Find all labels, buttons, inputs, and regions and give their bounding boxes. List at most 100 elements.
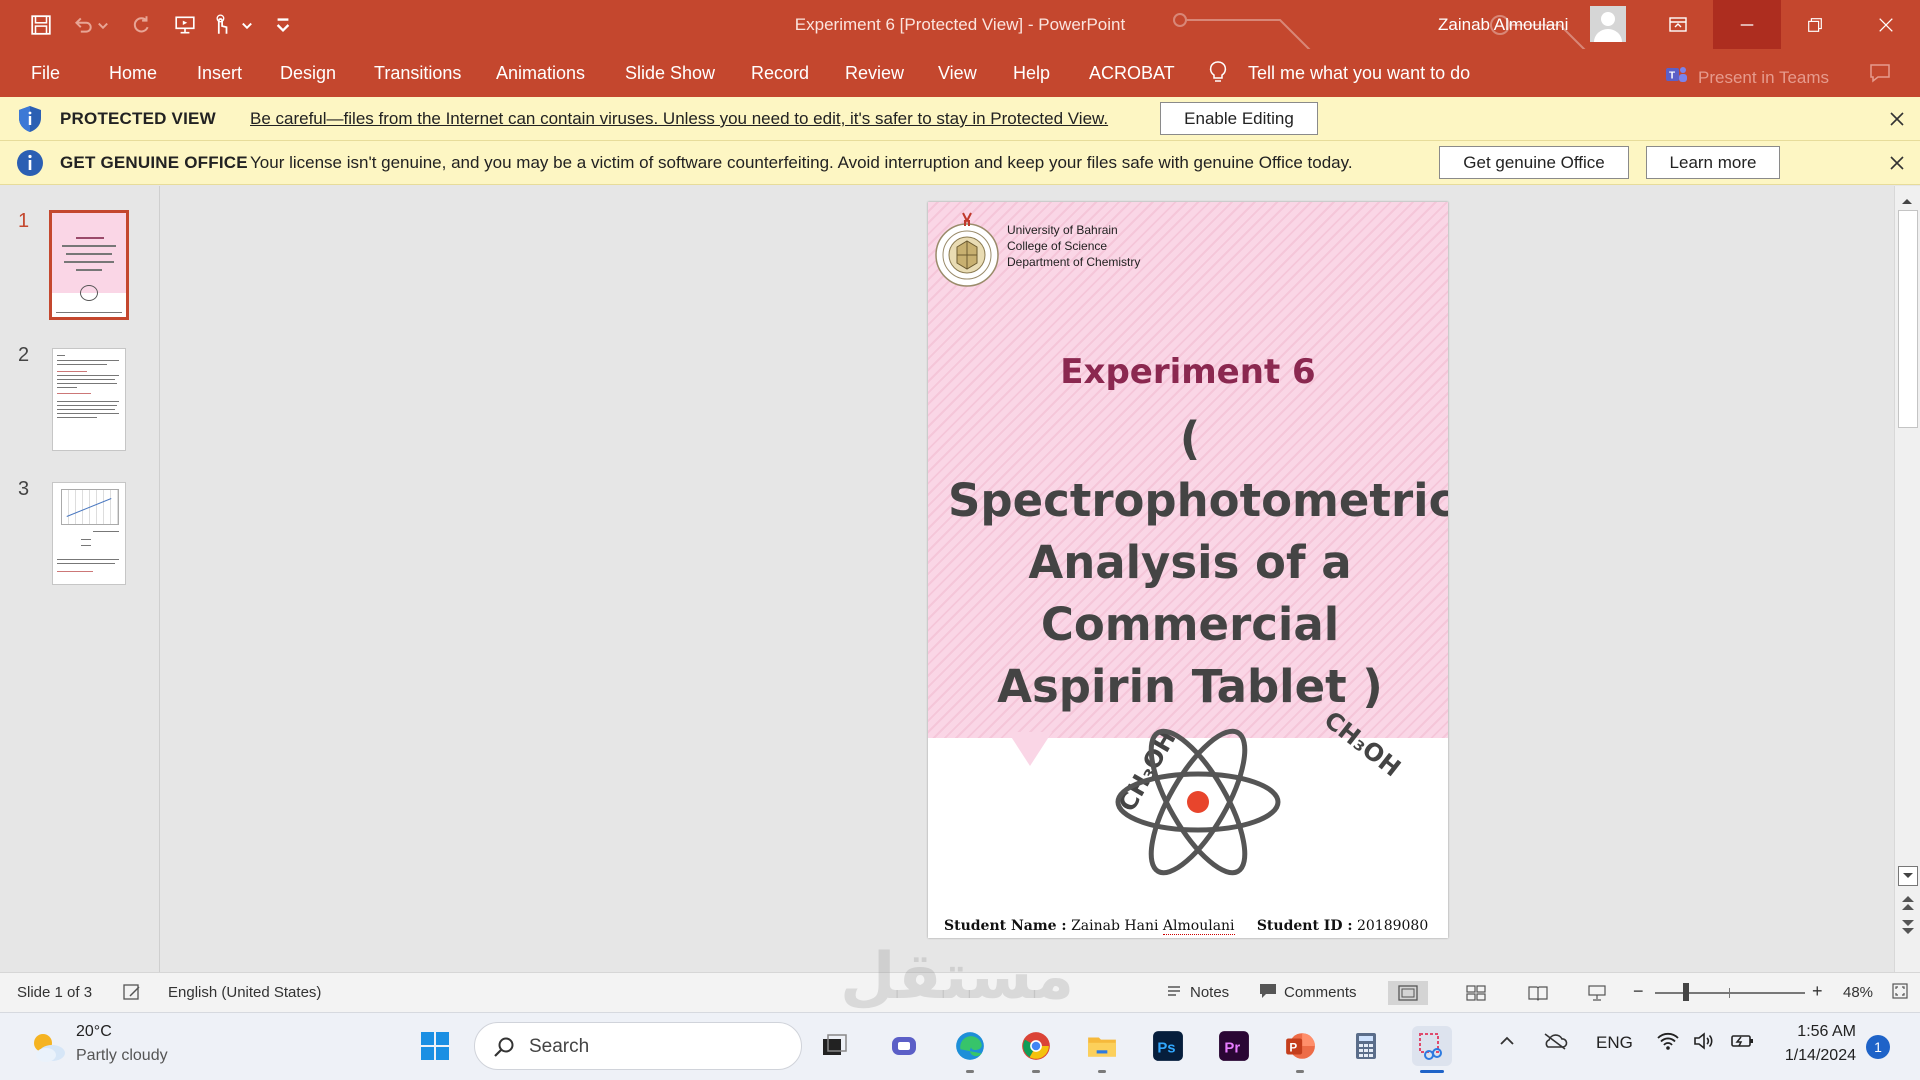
enable-editing-button[interactable]: Enable Editing <box>1160 102 1318 135</box>
search-icon <box>493 1036 515 1063</box>
task-view-icon[interactable] <box>814 1026 854 1066</box>
active-indicator <box>1420 1070 1444 1073</box>
tab-design[interactable]: Design <box>280 63 336 84</box>
slide-canvas[interactable]: University of Bahrain College of Science… <box>928 202 1448 938</box>
calculator-icon[interactable] <box>1346 1026 1386 1066</box>
tell-me-search[interactable]: Tell me what you want to do <box>1248 63 1470 84</box>
notes-icon[interactable] <box>1166 983 1182 1003</box>
file-explorer-icon[interactable] <box>1082 1026 1122 1073</box>
close-icon[interactable] <box>1886 108 1908 130</box>
chrome-icon[interactable] <box>1016 1026 1056 1073</box>
tab-record[interactable]: Record <box>751 63 809 84</box>
thumbnail-line <box>64 261 114 263</box>
premiere-pro-icon[interactable]: Pr <box>1214 1026 1254 1066</box>
input-language[interactable]: ENG <box>1596 1033 1633 1053</box>
close-button[interactable] <box>1852 0 1920 49</box>
teams-chat-icon[interactable] <box>884 1026 924 1066</box>
thumbnail-line <box>57 405 117 406</box>
minimize-button[interactable] <box>1713 0 1781 49</box>
zoom-slider[interactable] <box>1655 992 1805 994</box>
running-indicator <box>966 1070 974 1073</box>
next-slide-icon[interactable] <box>1901 918 1915 941</box>
slide-editor[interactable]: University of Bahrain College of Science… <box>160 186 1894 972</box>
scrollbar-thumb[interactable] <box>1898 210 1918 428</box>
zoom-level[interactable]: 48% <box>1843 984 1873 1001</box>
user-name[interactable]: Zainab Almoulani <box>1438 15 1568 35</box>
slide-sorter-icon[interactable] <box>1462 981 1490 1005</box>
svg-text:Ps: Ps <box>1157 1039 1175 1056</box>
slide-thumbnail-1[interactable] <box>49 210 129 320</box>
volume-icon[interactable] <box>1692 1031 1716 1056</box>
tab-file[interactable]: File <box>31 63 60 84</box>
vertical-scrollbar[interactable] <box>1894 186 1920 972</box>
photoshop-icon[interactable]: Ps <box>1148 1026 1188 1066</box>
running-indicator <box>1098 1070 1106 1073</box>
weather-temperature[interactable]: 20°C <box>76 1023 112 1041</box>
student-info: Student Name : Zainab Hani Almoulani Stu… <box>944 918 1428 935</box>
tab-review[interactable]: Review <box>845 63 904 84</box>
ribbon-display-options-icon[interactable] <box>1643 0 1713 49</box>
thumbnail-line <box>76 269 102 271</box>
tab-animations[interactable]: Animations <box>496 63 585 84</box>
tab-acrobat[interactable]: ACROBAT <box>1089 63 1175 84</box>
zoom-slider-thumb[interactable] <box>1683 983 1689 1001</box>
fit-to-window-icon[interactable] <box>1892 983 1908 1003</box>
windows-start-icon[interactable] <box>415 1026 455 1066</box>
thumbnail-line <box>81 545 91 546</box>
accessibility-icon[interactable] <box>122 982 142 1006</box>
comment-icon[interactable] <box>1868 61 1892 90</box>
scroll-up-icon[interactable] <box>1901 192 1913 210</box>
thumbnail-line <box>57 383 117 384</box>
experiment-title[interactable]: ( Spectrophotometric Analysis of a Comme… <box>948 408 1448 718</box>
snipping-tool-icon[interactable] <box>1412 1026 1452 1073</box>
show-hidden-icons[interactable] <box>1497 1031 1517 1056</box>
tab-view[interactable]: View <box>938 63 977 84</box>
close-icon[interactable] <box>1886 152 1908 174</box>
clock-date[interactable]: 1/14/2024 <box>1775 1047 1856 1065</box>
onedrive-offline-icon[interactable] <box>1542 1031 1568 1056</box>
comments-icon[interactable] <box>1259 983 1277 1003</box>
previous-slide-icon[interactable] <box>1901 894 1915 917</box>
edge-icon[interactable] <box>950 1026 990 1073</box>
restore-button[interactable] <box>1781 0 1849 49</box>
battery-icon[interactable] <box>1730 1031 1756 1056</box>
notes-button[interactable]: Notes <box>1190 984 1229 1001</box>
slide-thumbnail-2[interactable] <box>52 348 126 451</box>
learn-more-button[interactable]: Learn more <box>1646 146 1780 179</box>
reading-view-icon[interactable] <box>1524 981 1552 1005</box>
notification-badge[interactable]: 1 <box>1866 1035 1890 1059</box>
language-indicator[interactable]: English (United States) <box>168 984 321 1001</box>
powerpoint-icon[interactable]: P <box>1280 1026 1320 1073</box>
lightbulb-icon[interactable] <box>1208 60 1228 89</box>
zoom-out-icon[interactable]: − <box>1633 981 1644 1002</box>
zoom-in-icon[interactable]: + <box>1812 981 1823 1002</box>
taskbar-search[interactable]: Search <box>474 1022 802 1070</box>
get-genuine-office-button[interactable]: Get genuine Office <box>1439 146 1629 179</box>
slide-notch <box>1008 732 1052 766</box>
scroll-down-icon[interactable] <box>1898 866 1918 886</box>
weather-description[interactable]: Partly cloudy <box>76 1047 168 1065</box>
thumbnail-line <box>57 379 115 380</box>
slide-show-icon[interactable] <box>1583 981 1611 1005</box>
tab-insert[interactable]: Insert <box>197 63 242 84</box>
tab-slide-show[interactable]: Slide Show <box>625 63 715 84</box>
normal-view-icon[interactable] <box>1388 981 1428 1005</box>
tab-home[interactable]: Home <box>109 63 157 84</box>
university-logo <box>932 208 1002 290</box>
clock-time[interactable]: 1:56 AM <box>1790 1023 1856 1041</box>
comments-button[interactable]: Comments <box>1284 984 1357 1001</box>
search-placeholder: Search <box>529 1036 590 1057</box>
present-in-teams-button[interactable]: T Present in Teams <box>1664 63 1829 92</box>
experiment-heading[interactable]: Experiment 6 <box>928 352 1448 392</box>
wifi-icon[interactable] <box>1656 1031 1680 1056</box>
slide-thumbnail-3[interactable] <box>52 482 126 585</box>
protected-view-message[interactable]: Be careful—files from the Internet can c… <box>250 109 1108 129</box>
teams-icon: T <box>1664 63 1688 92</box>
tab-transitions[interactable]: Transitions <box>374 63 461 84</box>
shield-icon <box>15 104 45 134</box>
slide-counter[interactable]: Slide 1 of 3 <box>17 984 92 1001</box>
partly-cloudy-icon[interactable] <box>28 1029 68 1070</box>
running-indicator <box>1032 1070 1040 1073</box>
avatar[interactable] <box>1590 6 1626 42</box>
tab-help[interactable]: Help <box>1013 63 1050 84</box>
